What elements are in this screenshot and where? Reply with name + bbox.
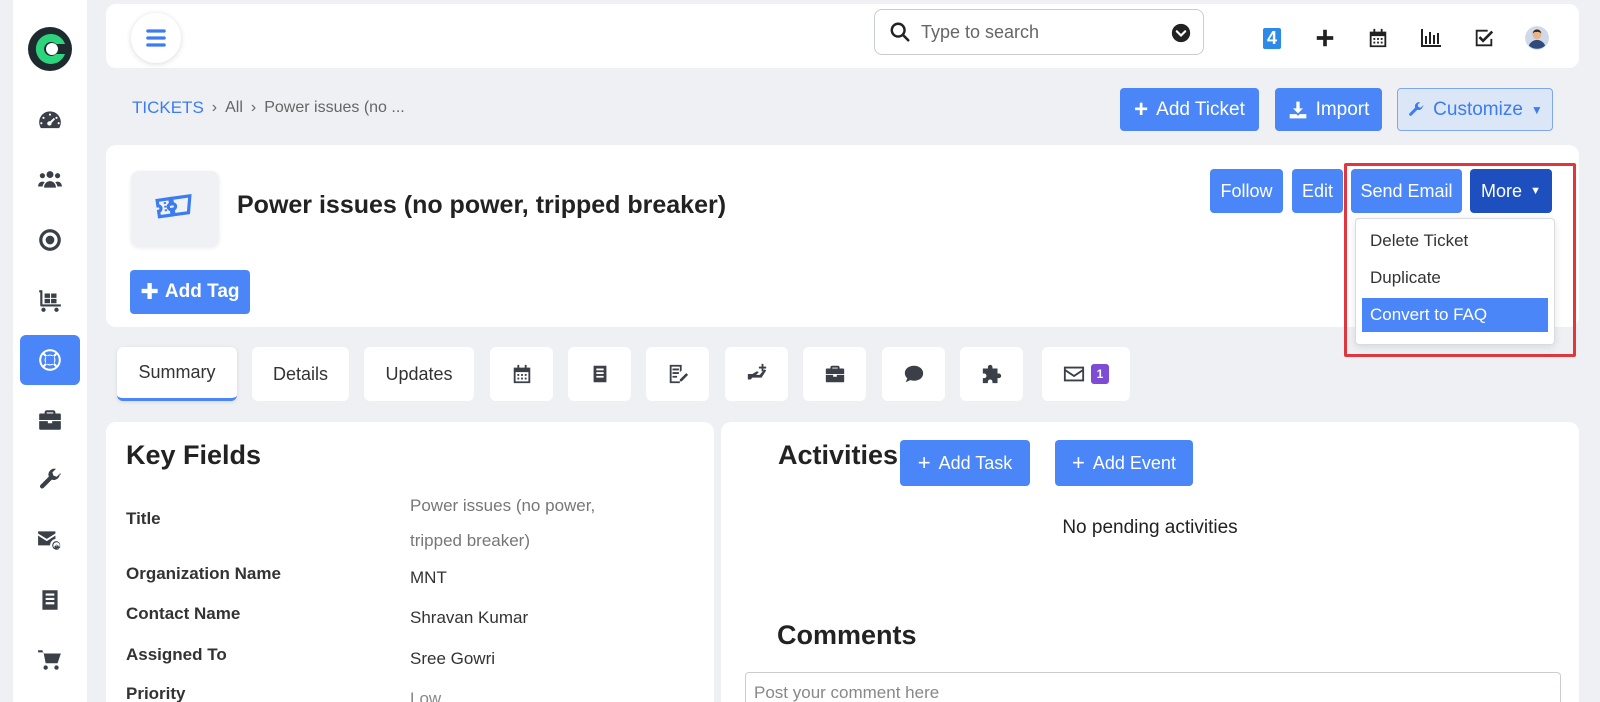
wrench-icon[interactable] <box>20 455 80 505</box>
add-task-button[interactable]: + Add Task <box>900 440 1030 486</box>
hand-tap-icon <box>747 363 766 380</box>
target-icon[interactable] <box>20 215 80 265</box>
puzzle-icon <box>982 364 1001 384</box>
top-bar: 4 <box>106 4 1579 68</box>
field-label-priority: Priority <box>126 684 186 702</box>
breadcrumb-current: Power issues (no ... <box>264 99 405 116</box>
app-logo[interactable] <box>25 24 75 74</box>
plus-icon: + <box>917 450 931 475</box>
field-label-organization: Organization Name <box>126 564 281 583</box>
key-fields-card: Key Fields Title Power issues (no power,… <box>106 422 714 702</box>
helpdesk-lifebuoy-icon[interactable] <box>20 335 80 385</box>
field-value-assigned-to: Sree Gowri <box>410 649 496 668</box>
no-pending-activities-text: No pending activities <box>1062 517 1238 538</box>
cart-icon[interactable] <box>20 635 80 685</box>
add-event-button[interactable]: + Add Event <box>1055 440 1193 486</box>
tab-comments[interactable] <box>882 347 945 401</box>
field-value-contact: Shravan Kumar <box>410 608 529 627</box>
follow-button[interactable]: Follow <box>1210 169 1283 213</box>
customize-dropdown-button[interactable]: Customize ▼ <box>1397 88 1553 131</box>
activities-heading: Activities <box>778 440 899 470</box>
breadcrumb-separator-icon: › <box>211 99 218 116</box>
checkbox-icon[interactable] <box>1468 22 1500 54</box>
breadcrumb-tickets-link[interactable]: TICKETS <box>132 98 204 118</box>
plus-icon: + <box>1134 95 1149 123</box>
plus-icon: ✚ <box>140 279 159 304</box>
tab-briefcase[interactable] <box>803 347 866 401</box>
search-bar <box>874 9 1204 55</box>
menu-item-delete-ticket[interactable]: Delete Ticket <box>1362 224 1548 258</box>
notification-count-badge[interactable]: 4 <box>1256 22 1288 54</box>
edit-note-icon <box>669 364 688 384</box>
comments-heading: Comments <box>777 620 917 650</box>
comment-input[interactable] <box>745 672 1561 702</box>
chevron-down-circle-icon[interactable] <box>1171 23 1191 43</box>
tab-emails[interactable]: 1 <box>1042 347 1130 401</box>
import-button[interactable]: Import <box>1275 88 1382 131</box>
email-count-badge: 1 <box>1090 364 1110 384</box>
tab-extensions[interactable] <box>960 347 1023 401</box>
notification-count: 4 <box>1262 27 1281 49</box>
ticket-title: Power issues (no power, tripped breaker) <box>237 191 727 219</box>
key-fields-heading: Key Fields <box>126 440 262 470</box>
add-tag-label: Add Tag <box>164 281 240 302</box>
tab-documents[interactable] <box>568 347 631 401</box>
field-label-contact: Contact Name <box>126 604 241 623</box>
briefcase-icon <box>825 365 844 383</box>
tab-summary[interactable]: Summary <box>117 347 237 401</box>
tab-calendar[interactable] <box>490 347 553 401</box>
ticket-icon <box>131 171 219 247</box>
email-at-icon[interactable] <box>20 515 80 565</box>
inventory-icon[interactable] <box>20 275 80 325</box>
document-icon <box>593 365 606 383</box>
tab-details[interactable]: Details <box>252 347 349 401</box>
comment-icon <box>904 365 923 383</box>
tab-tasks[interactable] <box>725 347 788 401</box>
field-value-organization: MNT <box>410 568 447 587</box>
menu-item-duplicate[interactable]: Duplicate <box>1362 261 1548 295</box>
document-icon[interactable] <box>20 575 80 625</box>
tab-updates[interactable]: Updates <box>364 347 474 401</box>
add-icon[interactable] <box>1309 22 1341 54</box>
edit-button[interactable]: Edit <box>1292 169 1343 213</box>
bar-chart-icon[interactable] <box>1415 22 1447 54</box>
breadcrumb: TICKETS › All › Power issues (no ... <box>132 98 405 118</box>
breadcrumb-all-link[interactable]: All <box>225 99 243 117</box>
add-event-label: Add Event <box>1092 452 1176 473</box>
field-value-title: Power issues (no power, tripped breaker) <box>410 496 596 550</box>
add-ticket-button[interactable]: + Add Ticket <box>1120 88 1259 131</box>
more-dropdown-menu: Delete Ticket Duplicate Convert to FAQ <box>1355 218 1555 345</box>
field-label-title: Title <box>126 509 161 528</box>
envelope-icon <box>1063 366 1084 382</box>
briefcase-icon[interactable] <box>20 395 80 445</box>
calendar-icon <box>513 364 530 384</box>
wrench-icon <box>1409 101 1424 116</box>
contacts-icon[interactable] <box>20 155 80 205</box>
field-label-assigned-to: Assigned To <box>126 645 227 664</box>
download-icon <box>1289 101 1306 118</box>
add-task-label: Add Task <box>938 452 1013 473</box>
field-value-priority: Low <box>410 689 442 702</box>
user-avatar-icon[interactable] <box>1521 22 1553 54</box>
sidebar <box>13 0 87 702</box>
activities-card: Activities + Add Task + Add Event No pen… <box>721 422 1579 702</box>
import-label: Import <box>1315 98 1370 120</box>
breadcrumb-separator-icon: › <box>250 99 257 116</box>
hamburger-icon <box>146 29 166 47</box>
dashboard-icon[interactable] <box>20 95 80 145</box>
caret-down-icon: ▼ <box>1530 102 1543 117</box>
customize-label: Customize <box>1433 98 1523 120</box>
plus-icon: + <box>1072 450 1085 475</box>
menu-toggle-button[interactable] <box>131 13 181 63</box>
calendar-icon[interactable] <box>1362 22 1394 54</box>
search-input[interactable] <box>921 21 1161 43</box>
search-icon <box>890 22 910 42</box>
add-ticket-label: Add Ticket <box>1156 98 1245 120</box>
add-tag-button[interactable]: ✚ Add Tag <box>130 270 250 314</box>
tab-notes[interactable] <box>646 347 709 401</box>
menu-item-convert-to-faq[interactable]: Convert to FAQ <box>1362 298 1548 332</box>
